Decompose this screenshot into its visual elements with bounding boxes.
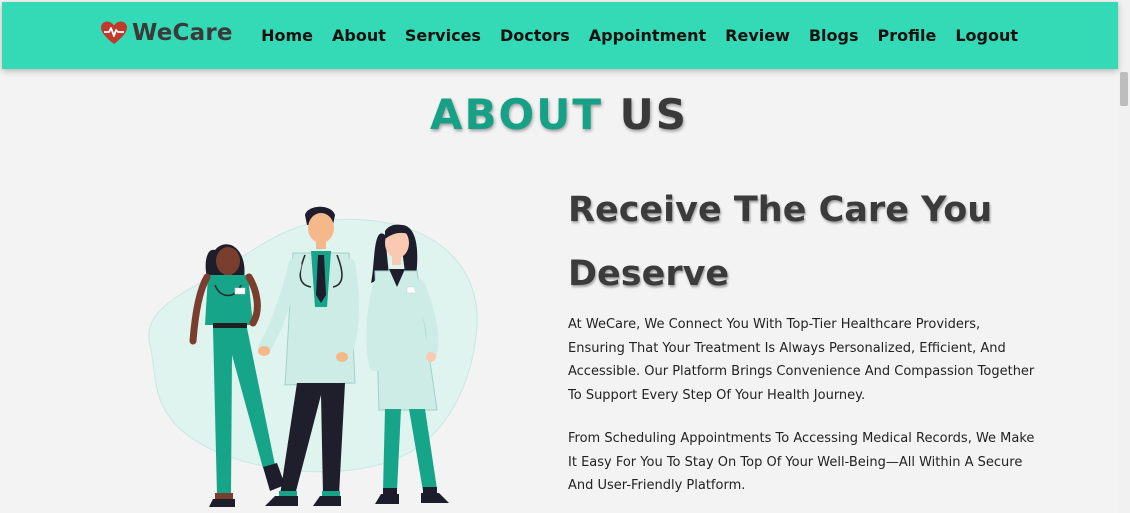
nav-blogs[interactable]: Blogs [809, 26, 859, 45]
nav-services[interactable]: Services [405, 26, 481, 45]
nav-home[interactable]: Home [261, 26, 313, 45]
brand-name: WeCare [132, 20, 233, 46]
nav-review[interactable]: Review [725, 26, 790, 45]
page-scrollbar[interactable] [1118, 0, 1130, 513]
brand-logo[interactable]: WeCare [101, 20, 233, 46]
nav-profile[interactable]: Profile [878, 26, 937, 45]
section-title-part1: ABOUT [430, 90, 603, 140]
navbar: WeCare Home About Services Doctors Appoi… [2, 2, 1118, 69]
section-title: ABOUT US [0, 90, 1118, 139]
about-paragraph-2: From Scheduling Appointments To Accessin… [568, 431, 1035, 494]
about-paragraph-1: At WeCare, We Connect You With Top-Tier … [568, 317, 1035, 403]
about-heading: Receive The Care You Deserve [568, 190, 993, 294]
section-title-part2: US [619, 90, 688, 140]
heart-pulse-icon [101, 21, 127, 44]
nav-logout[interactable]: Logout [955, 26, 1018, 45]
nav-about[interactable]: About [332, 26, 386, 45]
nav-appointment[interactable]: Appointment [589, 26, 706, 45]
scrollbar-thumb[interactable] [1120, 72, 1128, 106]
doctors-illustration [148, 206, 478, 507]
nav-doctors[interactable]: Doctors [500, 26, 570, 45]
nav-links: Home About Services Doctors Appointment … [261, 26, 1018, 45]
